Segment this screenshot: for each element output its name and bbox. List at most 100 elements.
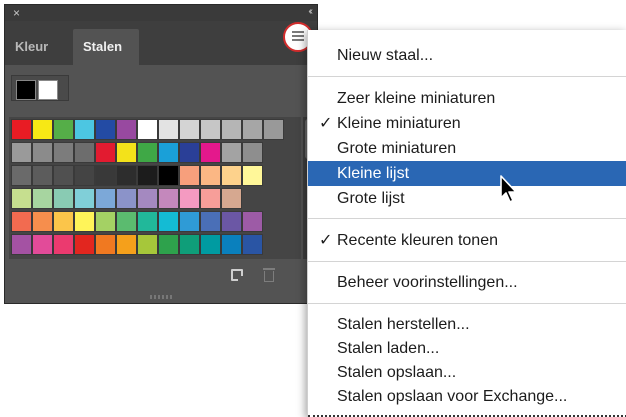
swatch-grid-area — [9, 117, 301, 259]
color-swatch[interactable] — [137, 234, 158, 255]
color-swatch[interactable] — [32, 188, 53, 209]
menu-item-reset-swatches[interactable]: Stalen herstellen... — [308, 312, 626, 337]
fill-stroke-indicator[interactable] — [11, 75, 69, 101]
color-swatch[interactable] — [116, 211, 137, 232]
color-swatch[interactable] — [32, 142, 53, 163]
color-swatch[interactable] — [221, 188, 242, 209]
color-swatch[interactable] — [200, 188, 221, 209]
new-swatch-icon[interactable] — [231, 269, 243, 281]
color-swatch[interactable] — [137, 211, 158, 232]
color-swatch[interactable] — [116, 165, 137, 186]
color-swatch[interactable] — [221, 142, 242, 163]
color-swatch[interactable] — [200, 234, 221, 255]
tab-stalen[interactable]: Stalen — [73, 29, 139, 65]
menu-item-small-list[interactable]: Kleine lijst — [308, 161, 626, 186]
fill-color-swatch[interactable] — [16, 80, 36, 100]
panel-footer — [5, 263, 317, 293]
stroke-color-swatch[interactable] — [38, 80, 58, 100]
color-swatch[interactable] — [158, 142, 179, 163]
color-swatch[interactable] — [32, 211, 53, 232]
color-swatch[interactable] — [242, 165, 263, 186]
resize-grip[interactable] — [150, 295, 174, 299]
tab-kleur[interactable]: Kleur — [5, 29, 58, 65]
arrow-cursor-icon — [500, 175, 517, 203]
color-swatch[interactable] — [11, 119, 32, 140]
menu-item-large-thumbnails[interactable]: Grote miniaturen — [308, 136, 626, 161]
color-swatch[interactable] — [116, 119, 137, 140]
color-swatch[interactable] — [200, 165, 221, 186]
menu-item-large-list[interactable]: Grote lijst — [308, 186, 626, 211]
color-swatch[interactable] — [137, 142, 158, 163]
color-swatch[interactable] — [95, 142, 116, 163]
color-swatch[interactable] — [242, 119, 263, 140]
color-swatch[interactable] — [32, 234, 53, 255]
color-swatch[interactable] — [53, 188, 74, 209]
color-swatch[interactable] — [137, 119, 158, 140]
color-swatch[interactable] — [32, 165, 53, 186]
color-swatch[interactable] — [200, 211, 221, 232]
menu-item-load-swatches[interactable]: Stalen laden... — [308, 336, 626, 361]
menu-item-label: Stalen opslaan... — [337, 364, 457, 381]
color-swatch[interactable] — [53, 142, 74, 163]
color-swatch[interactable] — [179, 234, 200, 255]
color-swatch[interactable] — [53, 211, 74, 232]
close-icon[interactable]: × — [13, 5, 20, 21]
color-swatch[interactable] — [11, 165, 32, 186]
color-swatch[interactable] — [11, 142, 32, 163]
trash-icon[interactable] — [263, 268, 275, 283]
color-swatch[interactable] — [74, 119, 95, 140]
color-swatch[interactable] — [158, 211, 179, 232]
color-swatch[interactable] — [74, 211, 95, 232]
color-swatch[interactable] — [11, 188, 32, 209]
color-swatch[interactable] — [158, 119, 179, 140]
color-swatch[interactable] — [95, 211, 116, 232]
color-swatch[interactable] — [137, 188, 158, 209]
color-swatch[interactable] — [221, 165, 242, 186]
menu-item-save-swatches[interactable]: Stalen opslaan... — [308, 360, 626, 385]
color-swatch[interactable] — [53, 119, 74, 140]
color-swatch[interactable] — [263, 119, 284, 140]
color-swatch[interactable] — [95, 119, 116, 140]
color-swatch[interactable] — [221, 211, 242, 232]
color-swatch[interactable] — [74, 188, 95, 209]
color-swatch[interactable] — [242, 211, 263, 232]
color-swatch[interactable] — [53, 234, 74, 255]
menu-item-new-swatch[interactable]: Nieuw staal... — [308, 43, 626, 68]
color-swatch[interactable] — [53, 165, 74, 186]
color-swatch[interactable] — [116, 142, 137, 163]
color-swatch[interactable] — [242, 142, 263, 163]
color-swatch[interactable] — [74, 234, 95, 255]
menu-item-save-swatches-exchange[interactable]: Stalen opslaan voor Exchange... — [308, 384, 626, 409]
color-swatch[interactable] — [11, 211, 32, 232]
color-swatch[interactable] — [158, 234, 179, 255]
swatches-panel: × ‹‹ Kleur Stalen — [4, 4, 318, 304]
color-swatch[interactable] — [221, 234, 242, 255]
color-swatch[interactable] — [179, 165, 200, 186]
color-swatch[interactable] — [200, 119, 221, 140]
color-swatch[interactable] — [95, 188, 116, 209]
color-swatch[interactable] — [74, 142, 95, 163]
color-swatch[interactable] — [116, 188, 137, 209]
color-swatch[interactable] — [179, 211, 200, 232]
color-swatch[interactable] — [221, 119, 242, 140]
color-swatch[interactable] — [11, 234, 32, 255]
color-swatch[interactable] — [74, 165, 95, 186]
color-swatch[interactable] — [179, 119, 200, 140]
color-swatch[interactable] — [32, 119, 53, 140]
color-swatch[interactable] — [95, 234, 116, 255]
menu-separator — [308, 303, 626, 304]
menu-item-small-thumbnails[interactable]: ✓ Kleine miniaturen — [308, 111, 626, 136]
color-swatch[interactable] — [158, 165, 179, 186]
color-swatch[interactable] — [116, 234, 137, 255]
menu-item-manage-presets[interactable]: Beheer voorinstellingen... — [308, 270, 626, 295]
color-swatch[interactable] — [242, 234, 263, 255]
color-swatch[interactable] — [179, 142, 200, 163]
menu-item-show-recent-colors[interactable]: ✓ Recente kleuren tonen — [308, 228, 626, 253]
menu-item-extra-small-thumbnails[interactable]: Zeer kleine miniaturen — [308, 86, 626, 111]
color-swatch[interactable] — [137, 165, 158, 186]
color-swatch[interactable] — [200, 142, 221, 163]
color-swatch[interactable] — [179, 188, 200, 209]
color-swatch[interactable] — [95, 165, 116, 186]
collapse-icon[interactable]: ‹‹ — [308, 5, 312, 19]
color-swatch[interactable] — [158, 188, 179, 209]
